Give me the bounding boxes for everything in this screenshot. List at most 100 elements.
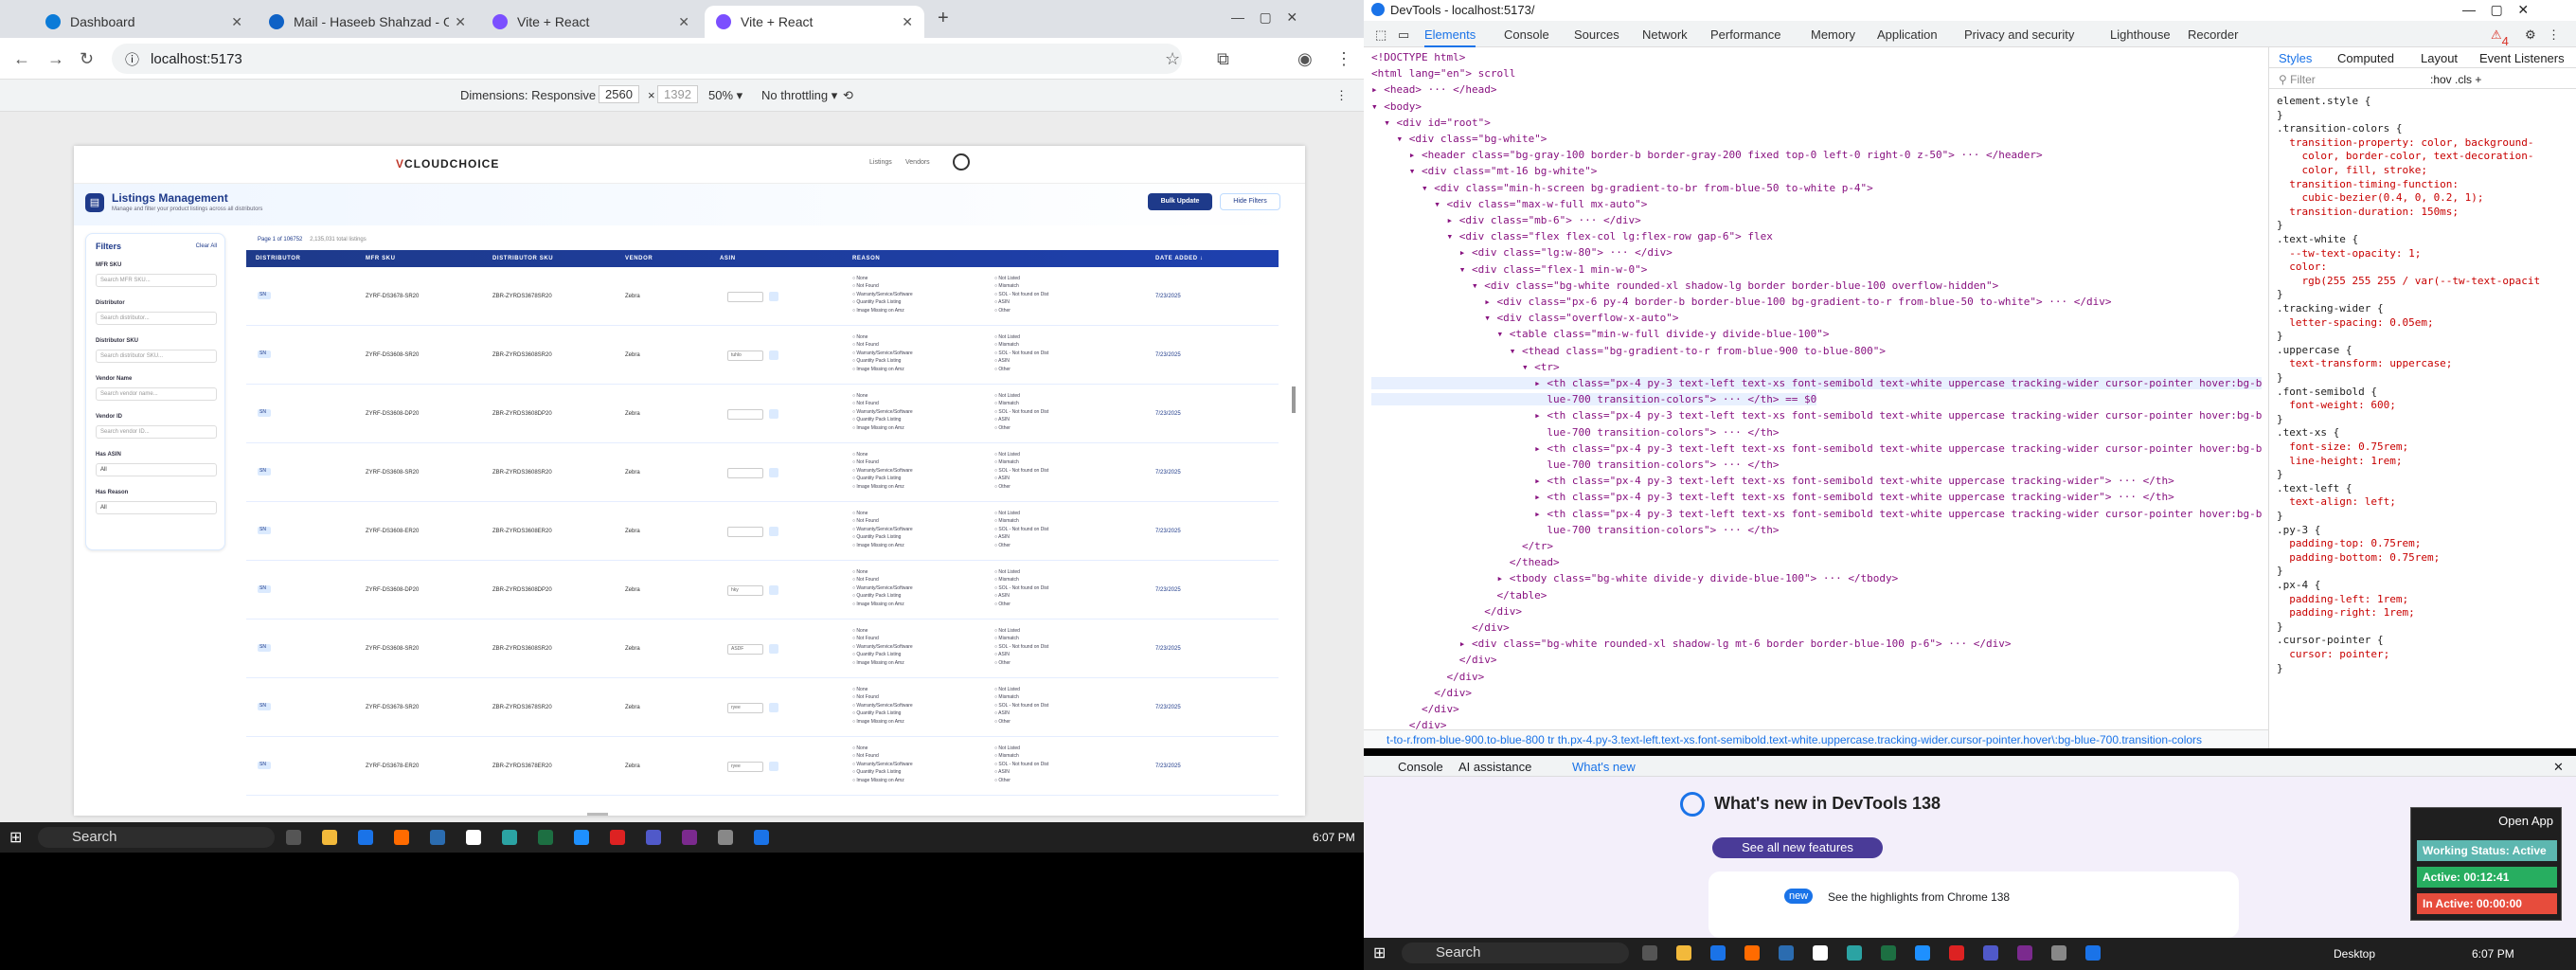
column-header[interactable]: Date Added ↓ (1155, 256, 1204, 261)
tab-sources[interactable]: Sources (1574, 27, 1619, 42)
reason-radio[interactable]: ○ Not Found (852, 693, 913, 701)
style-rule-line[interactable]: .text-left { (2277, 482, 2352, 494)
desktop-label[interactable]: Desktop (2334, 947, 2375, 961)
dom-node-line[interactable]: ▸ <div class="bg-white rounded-xl shadow… (1371, 638, 2012, 650)
asin-input[interactable]: ryee (727, 762, 763, 772)
taskbar-clock[interactable]: 6:07 PM (1313, 831, 1355, 844)
style-rule-line[interactable]: text-transform: uppercase; (2277, 357, 2452, 369)
reason-radio[interactable]: ○ SOL - Not found on Dist (994, 467, 1048, 475)
reason-radio[interactable]: ○ Not Listed (994, 451, 1048, 458)
tab-recorder[interactable]: Recorder (2188, 27, 2238, 42)
reason-radio[interactable]: ○ Quantity Pack Listing (852, 651, 913, 658)
user-icon[interactable] (953, 153, 970, 171)
reason-radio[interactable]: ○ SOL - Not found on Dist (994, 408, 1048, 416)
reason-radio[interactable]: ○ Other (994, 424, 1048, 432)
reason-radio[interactable]: ○ Warranty/Service/Software (852, 467, 913, 475)
style-rule-line[interactable]: letter-spacing: 0.05em; (2277, 316, 2433, 329)
style-rule-line[interactable]: color, fill, stroke; (2277, 164, 2426, 176)
style-rule-line[interactable]: font-weight: 600; (2277, 399, 2396, 411)
dom-node-line[interactable]: lue-700 transition-colors"> ··· </th> (1371, 524, 1779, 536)
app-icon[interactable] (1915, 945, 1930, 961)
site-info-icon[interactable]: ⓘ (125, 49, 139, 69)
reason-radio[interactable]: ○ Other (994, 659, 1048, 667)
reason-radio[interactable]: ○ None (852, 627, 913, 635)
filter-input[interactable]: Search distributor... (96, 312, 217, 325)
zoom-dropdown[interactable]: 50% ▾ (708, 88, 742, 103)
reason-radio[interactable]: ○ Warranty/Service/Software (852, 408, 913, 416)
dom-node-line[interactable]: </div> (1371, 605, 1522, 618)
reason-radio[interactable]: ○ Not Found (852, 635, 913, 642)
reason-radio[interactable]: ○ Not Found (852, 341, 913, 349)
dom-node-line[interactable]: ▸ <th class="px-4 py-3 text-left text-xs… (1371, 491, 2174, 503)
close-icon[interactable]: ✕ (902, 14, 913, 30)
teams-icon[interactable] (1983, 945, 1998, 961)
reason-radio[interactable]: ○ Quantity Pack Listing (852, 592, 913, 600)
app-icon[interactable] (1847, 945, 1862, 961)
style-rule-line[interactable]: transition-timing-function: (2277, 178, 2459, 190)
drawer-tab-whats-new[interactable]: What's new (1572, 760, 1636, 774)
app-icon[interactable] (574, 830, 589, 845)
reason-radio[interactable]: ○ Warranty/Service/Software (852, 584, 913, 592)
reason-radio[interactable]: ○ Mismatch (994, 458, 1048, 466)
reason-radio[interactable]: ○ SOL - Not found on Dist (994, 526, 1048, 533)
reason-radio[interactable]: ○ Mismatch (994, 341, 1048, 349)
reason-radio[interactable]: ○ Other (994, 307, 1048, 314)
reason-radio[interactable]: ○ Mismatch (994, 517, 1048, 525)
reason-radio[interactable]: ○ Warranty/Service/Software (852, 702, 913, 710)
app-icon[interactable] (2051, 945, 2066, 961)
dom-node-line[interactable]: ▸ <header class="bg-gray-100 border-b bo… (1371, 149, 2043, 161)
windows-start-icon[interactable]: ⊞ (9, 828, 22, 847)
reason-radio[interactable]: ○ Not Found (852, 752, 913, 760)
reason-radio[interactable]: ○ Quantity Pack Listing (852, 768, 913, 776)
style-rule-line[interactable]: .uppercase { (2277, 344, 2352, 356)
dom-node-line[interactable]: ▾ <div class="mt-16 bg-white"> (1371, 165, 1598, 177)
file-explorer-icon[interactable] (1676, 945, 1691, 961)
style-rule-line[interactable]: line-height: 1rem; (2277, 455, 2402, 467)
app-icon[interactable] (430, 830, 445, 845)
reason-radio[interactable]: ○ SOL - Not found on Dist (994, 643, 1048, 651)
style-rule-line[interactable]: color, border-color, text-decoration- (2277, 150, 2533, 162)
column-header[interactable]: Reason (852, 256, 880, 261)
reason-radio[interactable]: ○ Quantity Pack Listing (852, 357, 913, 365)
style-rule-line[interactable]: padding-left: 1rem; (2277, 593, 2408, 605)
tab-styles[interactable]: Styles (2279, 51, 2312, 65)
reason-radio[interactable]: ○ Not Listed (994, 745, 1048, 752)
asin-save-button[interactable] (769, 585, 778, 595)
reason-radio[interactable]: ○ None (852, 275, 913, 282)
dom-node-line[interactable]: ▸ <head> ··· </head> (1371, 83, 1496, 96)
nav-vendors[interactable]: Vendors (905, 159, 930, 166)
reason-radio[interactable]: ○ ASIN (994, 475, 1048, 482)
dom-node-line[interactable]: </div> (1371, 654, 1497, 666)
dom-node-line[interactable]: </tr> (1371, 540, 1553, 552)
app-icon[interactable] (1779, 945, 1794, 961)
reason-radio[interactable]: ○ Mismatch (994, 400, 1048, 407)
close-icon[interactable]: ✕ (678, 14, 689, 30)
hide-filters-button[interactable]: Hide Filters (1220, 193, 1280, 210)
dom-node-line[interactable]: ▾ <div class="flex-1 min-w-0"> (1371, 263, 1648, 276)
bulk-update-button[interactable]: Bulk Update (1148, 193, 1212, 210)
dom-node-line[interactable]: ▸ <th class="px-4 py-3 text-left text-xs… (1371, 475, 2174, 487)
reason-radio[interactable]: ○ Not Listed (994, 686, 1048, 693)
app-icon[interactable] (502, 830, 517, 845)
reason-radio[interactable]: ○ Mismatch (994, 282, 1048, 290)
reason-radio[interactable]: ○ Warranty/Service/Software (852, 350, 913, 357)
file-explorer-icon[interactable] (322, 830, 337, 845)
tab-mail[interactable]: Mail - Haseeb Shahzad - Outlo ✕ (258, 6, 477, 38)
resize-handle[interactable] (587, 813, 608, 816)
style-rule-line[interactable]: font-size: 0.75rem; (2277, 440, 2408, 453)
style-rule-line[interactable]: .text-white { (2277, 233, 2358, 245)
close-drawer-icon[interactable]: ✕ (2553, 760, 2564, 775)
reason-radio[interactable]: ○ Not Listed (994, 392, 1048, 400)
chrome-icon[interactable] (358, 830, 373, 845)
tab-privacy[interactable]: Privacy and security (1964, 27, 2074, 42)
reason-radio[interactable]: ○ Image Missing on Amz (852, 601, 913, 608)
reason-radio[interactable]: ○ Mismatch (994, 635, 1048, 642)
style-rule-line[interactable]: .py-3 { (2277, 524, 2320, 536)
address-bar[interactable]: ⓘ localhost:5173 (112, 44, 1182, 74)
dom-node-line[interactable]: <!DOCTYPE html> (1371, 51, 1465, 63)
dom-node-line[interactable]: ▾ <tr> (1371, 361, 1560, 373)
rotate-icon[interactable]: ⟲ (843, 88, 853, 103)
tab-vite-2-active[interactable]: Vite + React ✕ (705, 6, 924, 38)
dom-node-line[interactable]: ▾ <body> (1371, 100, 1422, 113)
more-icon[interactable]: ⋮ (2548, 27, 2560, 43)
